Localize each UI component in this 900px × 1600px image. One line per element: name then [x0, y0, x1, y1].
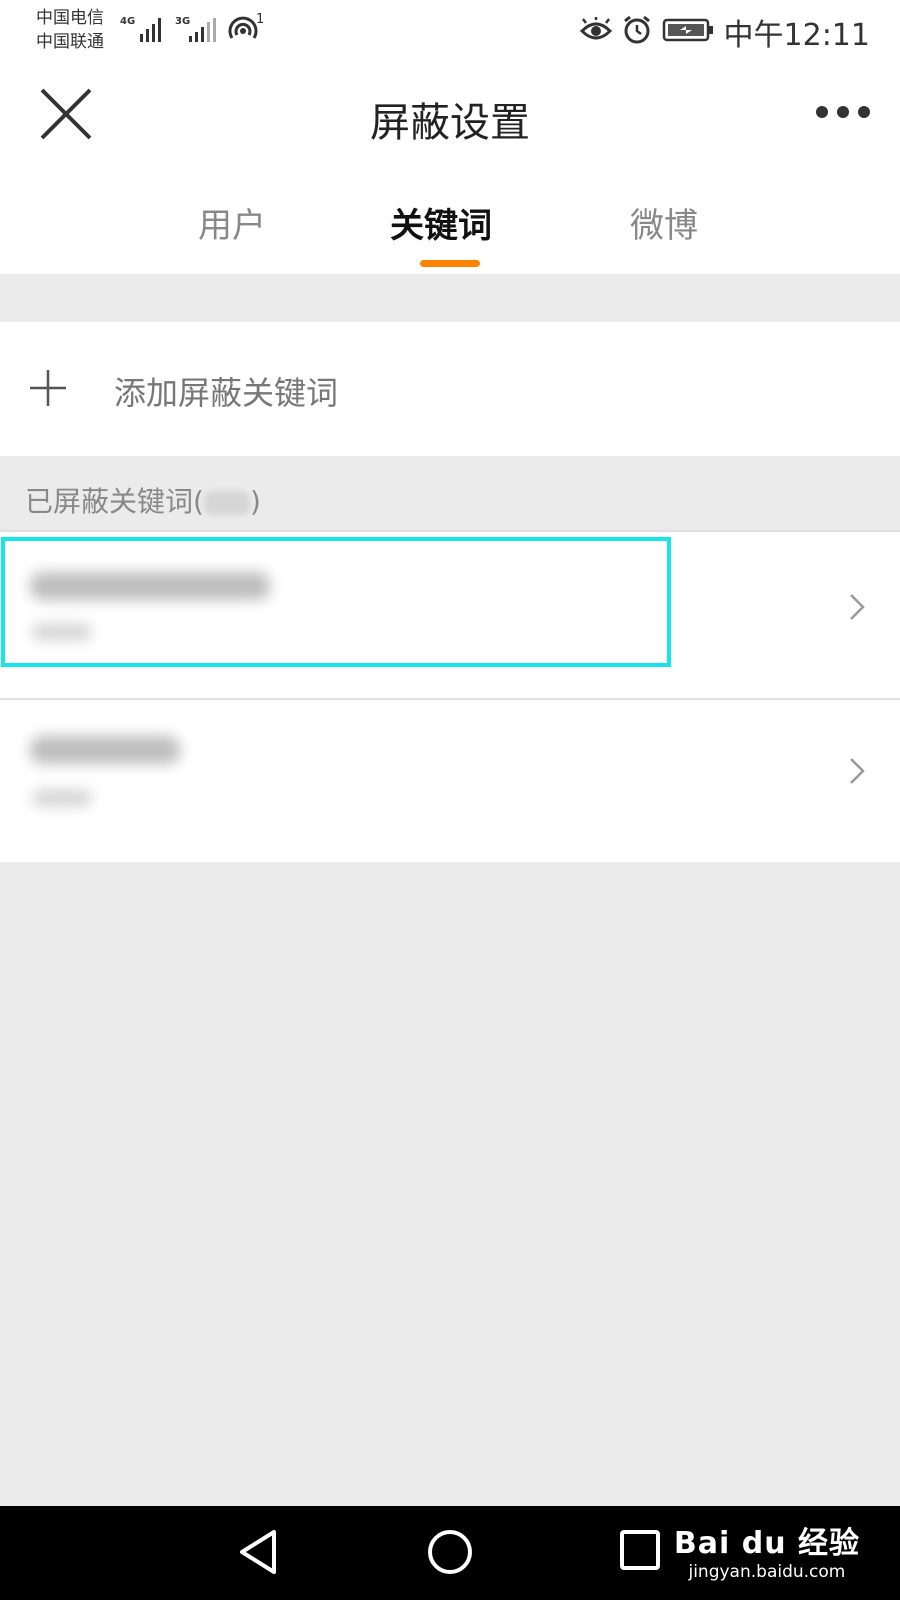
- add-keyword-label: 添加屏蔽关键词: [114, 374, 339, 412]
- active-tab-indicator: [420, 260, 480, 267]
- signal-icon: 4G: [120, 14, 164, 44]
- tab-users[interactable]: 用户: [198, 198, 266, 247]
- system-nav-bar: Bai du 经验 jingyan.baidu.com: [0, 1506, 900, 1600]
- blurred-keyword-text: [30, 736, 180, 764]
- blurred-keyword-meta: [32, 790, 92, 806]
- carrier-2-label: 中国联通: [36, 32, 104, 52]
- status-right-group: 中午12:11: [579, 12, 870, 53]
- baidu-jingyan-watermark: Bai du 经验 jingyan.baidu.com: [674, 1518, 860, 1582]
- watermark-url: jingyan.baidu.com: [688, 1562, 846, 1582]
- more-button[interactable]: [816, 100, 870, 124]
- more-dots-icon: [816, 106, 828, 118]
- page-title: 屏蔽设置: [370, 100, 530, 146]
- add-keyword-row[interactable]: 添加屏蔽关键词: [0, 322, 900, 456]
- watermark-logo: Bai du 经验: [673, 1526, 860, 1561]
- network-2-label: 3G: [175, 16, 191, 27]
- status-bar: 中国电信 中国联通 4G 3G 1 中午12:11: [0, 0, 900, 62]
- recents-icon[interactable]: [618, 1528, 662, 1572]
- blocked-keywords-header-suffix: ): [249, 485, 261, 518]
- tab-bar: 用户 关键词 微博: [0, 174, 900, 274]
- more-dots-icon: [858, 106, 870, 118]
- chevron-right-icon: [850, 758, 865, 784]
- blurred-count: [203, 491, 250, 515]
- keyword-item[interactable]: [0, 700, 900, 864]
- blocked-keyword-list: [0, 530, 900, 862]
- blurred-keyword-meta: [32, 624, 92, 640]
- tab-weibo[interactable]: 微博: [630, 198, 698, 247]
- carrier-1-label: 中国电信: [36, 8, 104, 28]
- back-icon[interactable]: [236, 1528, 280, 1576]
- keyword-item[interactable]: [0, 532, 900, 696]
- tab-keywords[interactable]: 关键词: [390, 198, 492, 247]
- blocked-keywords-header: 已屏蔽关键词(): [25, 480, 261, 520]
- battery-icon: [662, 17, 714, 47]
- hotspot-count: 1: [256, 12, 265, 27]
- plus-icon: [30, 370, 66, 406]
- blurred-keyword-text: [30, 572, 270, 600]
- status-time: 中午12:11: [723, 18, 870, 53]
- carrier-info: 中国电信 中国联通: [36, 6, 104, 54]
- alarm-icon: [622, 15, 652, 49]
- chevron-right-icon: [850, 594, 865, 620]
- nav-bar: 屏蔽设置: [0, 62, 900, 174]
- home-icon[interactable]: [426, 1528, 474, 1576]
- eye-icon: [579, 17, 612, 47]
- hotspot-icon: 1: [228, 12, 268, 46]
- signal-icon: 3G: [175, 14, 219, 44]
- network-1-label: 4G: [120, 16, 136, 27]
- blocked-keywords-header-prefix: 已屏蔽关键词(: [25, 485, 204, 518]
- more-dots-icon: [837, 106, 849, 118]
